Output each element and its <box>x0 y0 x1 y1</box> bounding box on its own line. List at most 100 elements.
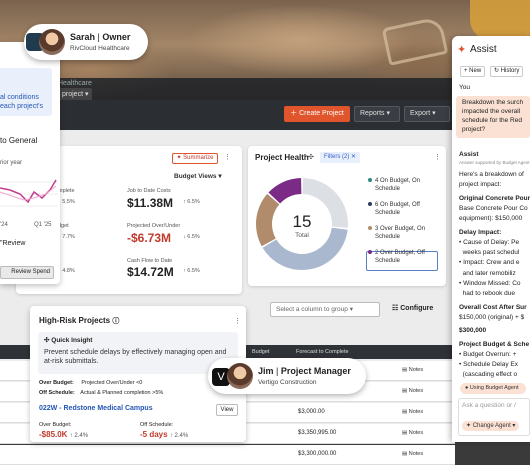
notes-link[interactable]: ▤ Notes <box>402 388 423 394</box>
assist-answer-line: • Impact: Crew and e <box>459 259 520 267</box>
assist-answer-line: • Cause of Delay: Pe <box>459 238 520 246</box>
assist-answer-line: weeks past schedul <box>459 249 520 257</box>
breadcrumb: Healthcare <box>58 80 92 87</box>
quick-insight-title: ✣ Quick Insight <box>44 337 93 344</box>
table-row[interactable]: $3,300,000.00 ▤ Notes <box>0 445 455 465</box>
forecast-cell: $3,350,995.00 <box>298 430 337 436</box>
assist-title: Assist <box>470 44 497 55</box>
toolbar <box>0 100 530 130</box>
user-question-line: schedule for the Red <box>462 117 522 124</box>
group-by-select[interactable]: Select a column to group ▾ <box>270 302 380 317</box>
donut-total-value: 15 <box>293 212 312 231</box>
summarize-button[interactable]: ✦ Summarize <box>172 153 218 164</box>
review-text: "Review <box>0 240 26 247</box>
assist-answer-line: and later remobiliz <box>459 269 516 277</box>
user-question-line: project? <box>462 126 486 133</box>
legend-dot <box>368 226 372 231</box>
configure-button[interactable]: ☷ Configure <box>392 304 433 312</box>
column-header-budget[interactable]: Budget <box>252 345 269 359</box>
assist-answer-line: • Window Missed: Co <box>459 280 521 287</box>
you-label: You <box>459 84 470 91</box>
user-question-line: impacted the overall <box>462 108 521 115</box>
new-chat-button[interactable]: + New <box>460 66 486 77</box>
legend-item[interactable]: 2 Over Budget, Off Schedule <box>368 249 442 273</box>
project-health-donut: 15 Total <box>256 178 348 270</box>
high-risk-title: High-Risk Projects ⓘ <box>39 316 120 325</box>
agent-chip[interactable]: ● Using Budget Agent <box>460 383 526 394</box>
quick-insight-body: Prevent schedule delays by effectively m… <box>44 349 227 365</box>
metric-label: Cash Flow to Date <box>127 258 173 264</box>
spend-trend-chart <box>0 179 58 207</box>
metric-label: mplete <box>58 188 75 194</box>
forecast-cell: $3,300,000.00 <box>298 451 337 457</box>
assist-answer-line: $300,000 <box>459 327 487 335</box>
avatar <box>227 363 253 389</box>
off-schedule-label: Off Schedule: <box>140 422 174 428</box>
metric-label: Projected Over/Under <box>127 223 181 229</box>
equipment-graphic <box>470 0 530 40</box>
assist-logo-icon: ✦ <box>457 44 467 56</box>
assist-answer-line: Delay Impact: <box>459 228 502 236</box>
info-icon: ⓘ <box>112 318 120 325</box>
metrics-more-icon[interactable]: ⋮ <box>224 153 231 161</box>
metric-value: $11.38M <box>127 196 174 210</box>
create-project-button[interactable]: ＋ Create Project <box>284 106 350 122</box>
notes-link[interactable]: ▤ Notes <box>402 409 423 415</box>
column-header-forecast[interactable]: Forecast to Complete <box>296 345 349 359</box>
metric-delta: ↑ 5.5% <box>58 199 75 205</box>
user-name: Jim | Project Manager <box>258 366 351 376</box>
x-tick: Q1 '25 <box>34 222 52 228</box>
metric-delta: ↑ 6.5% <box>183 268 200 274</box>
assist-answer-line: equipment): $150,000 <box>459 215 523 223</box>
assist-answer-line: Here's a breakdown of <box>459 171 524 178</box>
legend-item[interactable]: 6 On Budget, Off Schedule <box>368 201 442 225</box>
assist-answer-line: Project Budget & Sche <box>459 340 530 348</box>
assist-answer-line: Base Concrete Pour Co <box>459 204 528 212</box>
assist-answer-line: project impact: <box>459 181 502 189</box>
x-tick: '24 <box>0 222 8 228</box>
notes-link[interactable]: ▤ Notes <box>402 367 423 373</box>
legend-dot <box>368 202 372 207</box>
donut-slice <box>256 193 280 247</box>
filters-chip[interactable]: Filters (2) ✕ <box>320 152 361 163</box>
over-budget-value: -$85.0K ↑ 2.4% <box>39 430 89 439</box>
insight-text: al conditions <box>0 94 39 101</box>
metric-delta: ↓ 6.5% <box>183 234 200 240</box>
assist-answer-line: Overall Cost After Sur <box>459 303 527 311</box>
off-schedule-criteria: Off Schedule: Actual & Planned completio… <box>39 390 164 396</box>
metric-delta: ↑ 6.5% <box>183 199 200 205</box>
user-company: Vertigo Construction <box>258 379 317 386</box>
metric-value: -$6.73M <box>127 231 172 245</box>
change-agent-button[interactable]: ✦ Change Agent ▾ <box>462 421 520 431</box>
health-more-icon[interactable]: ⋮ <box>434 153 441 161</box>
avatar <box>39 29 65 55</box>
history-button[interactable]: ↻ History <box>490 66 524 77</box>
notes-link[interactable]: ▤ Notes <box>402 430 423 436</box>
answer-source: Answer supported by Budget Agent <box>459 160 530 165</box>
legend-item[interactable]: 3 Over Budget, On Schedule <box>368 225 442 249</box>
review-spend-button[interactable]: Review Spend <box>0 266 54 279</box>
project-link[interactable]: 022W - Redstone Medical Campus <box>39 405 153 412</box>
reports-button[interactable]: Reports ▾ <box>354 106 400 122</box>
metric-delta: ↑ 7.7% <box>58 234 75 240</box>
over-budget-label: Over Budget: <box>39 422 72 428</box>
user-name: Sarah | Owner <box>70 32 131 42</box>
export-button[interactable]: Export ▾ <box>404 106 450 122</box>
assist-answer-line: • Schedule Delay Ex <box>459 361 519 369</box>
view-button[interactable]: View <box>216 404 238 416</box>
budget-views-dropdown[interactable]: Budget Views ▾ <box>174 172 222 180</box>
legend-item[interactable]: 4 On Budget, On Schedule <box>368 177 442 201</box>
legend-dot <box>368 178 372 183</box>
sparkle-icon[interactable]: ✣ <box>308 153 314 161</box>
notes-link[interactable]: ▤ Notes <box>402 451 423 457</box>
off-schedule-value: -5 days ↑ 2.4% <box>140 430 189 439</box>
metric-value: $14.72M <box>127 265 174 279</box>
metric-delta: ↑ 4.8% <box>58 268 75 274</box>
legend-dot <box>368 250 372 255</box>
donut-total-label: Total <box>295 232 309 239</box>
health-legend: 4 On Budget, On Schedule 6 On Budget, Off… <box>368 177 442 273</box>
forecast-cell: $3,000.00 <box>298 409 325 415</box>
risk-more-icon[interactable]: ⋮ <box>234 317 241 325</box>
user-company: RivCloud Healthcare <box>70 45 130 52</box>
assist-answer-line: • Budget Overrun: + <box>459 350 517 358</box>
